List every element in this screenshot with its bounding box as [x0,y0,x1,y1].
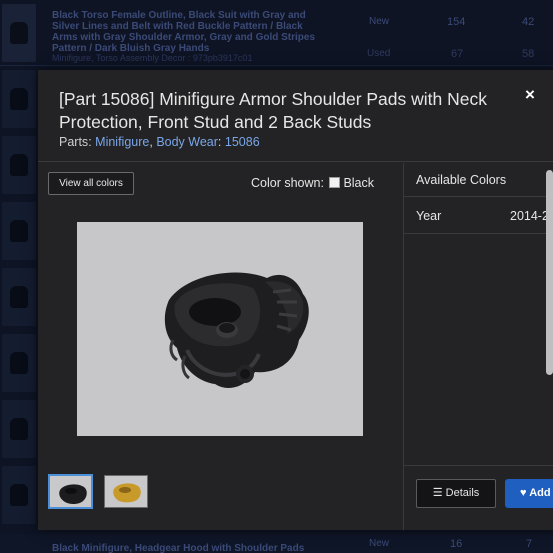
condition-new: New [369,538,390,549]
shoulder-pads-thumbnail-icon [59,484,87,505]
add-button[interactable]: ♥ Add [505,479,553,508]
breadcrumb-link-minifigure[interactable]: Minifigure [95,135,149,149]
modal-header: [Part 15086] Minifigure Armor Shoulder P… [38,70,553,162]
color-swatch [329,177,341,188]
image-thumbnail-gold[interactable] [104,475,148,508]
divider [404,465,553,466]
details-button[interactable]: ☰ Details [416,479,496,508]
add-label: Add [529,487,551,499]
color-shown-label: Color shown: [251,176,324,190]
shoulder-pads-image [164,272,309,388]
details-label: Details [445,487,480,499]
used-qty: 58 [522,48,535,60]
breadcrumb-link-body-wear[interactable]: Body Wear [156,135,218,149]
part-modal: [Part 15086] Minifigure Armor Shoulder P… [38,70,553,530]
year-row: Year 2014-20 [404,196,553,234]
breadcrumb: Parts: Minifigure, Body Wear: 15086 [59,135,260,149]
new-qty: 7 [526,538,533,550]
item-thumbnail[interactable] [2,202,36,260]
condition-new: New [369,16,390,27]
shoulder-pads-gold-thumbnail-icon [113,483,141,503]
image-pane: View all colors Color shown: Black [38,163,403,530]
year-label: Year [416,209,442,223]
breadcrumb-link-part[interactable]: 15086 [225,135,260,149]
item-title[interactable]: Black Minifigure, Headgear Hood with Sho… [52,543,304,553]
image-thumbnail-black[interactable] [48,474,93,509]
item-thumbnail[interactable] [2,268,36,326]
part-image [77,222,363,436]
item-thumbnail[interactable] [2,136,36,194]
used-lots: 67 [451,48,464,60]
condition-used: Used [367,48,391,59]
scrollbar[interactable] [546,170,553,375]
breadcrumb-separator: , [149,135,153,149]
item-thumbnail [2,4,36,62]
list-item[interactable]: Black Torso Female Outline, Black Suit w… [0,0,553,66]
modal-title: [Part 15086] Minifigure Armor Shoulder P… [59,89,487,132]
background-thumbnail-strip [0,70,38,528]
item-thumbnail[interactable] [2,400,36,458]
list-icon: ☰ [432,487,443,499]
item-thumbnail[interactable] [2,334,36,392]
new-qty: 42 [522,16,535,28]
color-shown: Color shown: Black [251,176,374,190]
breadcrumb-prefix: Parts [59,135,89,149]
heart-icon: ♥ [520,487,527,499]
item-thumbnail[interactable] [2,466,36,524]
item-subtitle: Minifigure, Torso Assembly Decor : 973pb… [52,53,253,63]
breadcrumb-separator: : [88,135,92,149]
color-shown-value: Black [343,176,375,190]
info-pane: Available Colors Year 2014-20 ☰ Details … [403,163,553,530]
close-button[interactable]: × [523,86,537,103]
new-lots: 16 [450,538,463,550]
breadcrumb-separator: : [217,135,222,149]
available-colors-heading: Available Colors [416,173,507,187]
item-thumbnail[interactable] [2,70,36,128]
item-title[interactable]: Black Torso Female Outline, Black Suit w… [52,10,322,54]
page: Black Torso Female Outline, Black Suit w… [0,0,553,553]
view-all-colors-button[interactable]: View all colors [48,172,134,195]
new-lots: 154 [447,16,466,28]
